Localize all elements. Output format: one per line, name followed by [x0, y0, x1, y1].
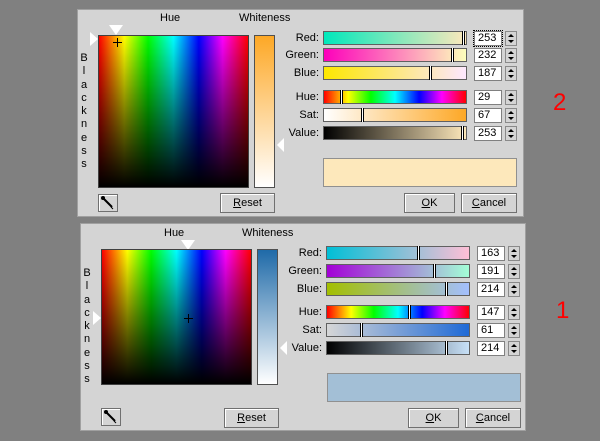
color-swatch: [327, 373, 521, 402]
ok-button[interactable]: OK: [408, 408, 459, 428]
blackness-label: Blackness: [83, 267, 91, 386]
sat-slider-thumb[interactable]: [361, 108, 364, 122]
hue-spinner[interactable]: [505, 90, 517, 105]
hue-slider-thumb[interactable]: [340, 90, 343, 104]
blue-slider[interactable]: [323, 66, 467, 80]
red-label: Red:: [295, 32, 319, 44]
sat-label: Sat:: [299, 109, 319, 121]
value-slider-thumb[interactable]: [461, 126, 464, 140]
green-value-field[interactable]: 191: [477, 264, 505, 279]
hue-pointer[interactable]: [109, 25, 123, 35]
red-slider-thumb[interactable]: [462, 31, 465, 45]
blue-label: Blue:: [293, 67, 319, 79]
eyedropper-button[interactable]: [101, 408, 121, 426]
value-label: Value:: [291, 342, 322, 354]
sat-value-field[interactable]: 67: [474, 108, 502, 123]
color-crosshair[interactable]: [184, 314, 193, 323]
red-slider[interactable]: [326, 246, 470, 260]
whiteness-label: Whiteness: [239, 12, 291, 24]
cancel-button[interactable]: Cancel: [465, 408, 521, 428]
green-spinner[interactable]: [505, 48, 517, 63]
blue-slider[interactable]: [326, 282, 470, 296]
value-value-field[interactable]: 253: [474, 126, 502, 141]
blue-value-field[interactable]: 187: [474, 66, 502, 81]
blue-spinner[interactable]: [505, 66, 517, 81]
annotation-number-1: 1: [556, 297, 570, 324]
hue-slider-thumb[interactable]: [408, 305, 411, 319]
value-slider[interactable]: [323, 126, 467, 140]
sat-value-field[interactable]: 61: [477, 323, 505, 338]
hue-slider-label: Hue:: [298, 306, 322, 318]
value-label: Value:: [288, 127, 319, 139]
value-spinner[interactable]: [505, 126, 517, 141]
blue-spinner[interactable]: [508, 282, 520, 297]
green-slider-thumb[interactable]: [451, 48, 454, 62]
blackness-label: Blackness: [80, 52, 88, 171]
hue-label: Hue: [164, 227, 185, 239]
red-slider[interactable]: [323, 31, 467, 45]
red-label: Red:: [298, 247, 322, 259]
hue-blackness-square[interactable]: [98, 35, 249, 188]
green-label: Green:: [285, 49, 319, 61]
hue-slider[interactable]: [326, 305, 470, 319]
blackness-pointer[interactable]: [93, 311, 101, 325]
sat-spinner[interactable]: [508, 323, 520, 338]
red-value-field[interactable]: 253: [473, 30, 503, 47]
hue-label: Hue: [160, 12, 181, 24]
red-spinner[interactable]: [508, 246, 520, 261]
green-spinner[interactable]: [508, 264, 520, 279]
hue-slider-label: Hue:: [295, 91, 319, 103]
reset-button[interactable]: Reset: [220, 193, 275, 213]
hue-blackness-square[interactable]: [101, 249, 252, 385]
color-swatch: [323, 158, 517, 187]
value-slider-thumb[interactable]: [445, 341, 448, 355]
hue-value-field[interactable]: 147: [477, 305, 505, 320]
color-selector-dialog-bottom: Hue Whiteness Blackness Red: 163 Green: …: [80, 223, 526, 431]
green-label: Green:: [288, 265, 322, 277]
whiteness-pointer[interactable]: [277, 138, 284, 152]
annotation-number-2: 2: [553, 89, 567, 116]
green-slider[interactable]: [326, 264, 470, 278]
whiteness-label: Whiteness: [242, 227, 294, 239]
ok-button[interactable]: OK: [404, 193, 455, 213]
sat-slider[interactable]: [323, 108, 467, 122]
red-slider-thumb[interactable]: [417, 246, 420, 260]
cancel-button[interactable]: Cancel: [461, 193, 517, 213]
red-spinner[interactable]: [505, 31, 517, 46]
blue-slider-thumb[interactable]: [429, 66, 432, 80]
green-slider[interactable]: [323, 48, 467, 62]
value-spinner[interactable]: [508, 341, 520, 356]
green-value-field[interactable]: 232: [474, 48, 502, 63]
hue-spinner[interactable]: [508, 305, 520, 320]
hue-value-field[interactable]: 29: [474, 90, 502, 105]
eyedropper-icon: [101, 196, 114, 210]
blue-slider-thumb[interactable]: [445, 282, 448, 296]
sat-spinner[interactable]: [505, 108, 517, 123]
value-value-field[interactable]: 214: [477, 341, 505, 356]
sat-slider[interactable]: [326, 323, 470, 337]
green-slider-thumb[interactable]: [433, 264, 436, 278]
hue-slider[interactable]: [323, 90, 467, 104]
reset-button[interactable]: Reset: [224, 408, 279, 428]
color-selector-dialog-top: Hue Whiteness Blackness Red: 253 Green: …: [77, 9, 524, 217]
blue-value-field[interactable]: 214: [477, 282, 505, 297]
blue-label: Blue:: [296, 283, 322, 295]
color-crosshair[interactable]: [113, 38, 122, 47]
value-slider[interactable]: [326, 341, 470, 355]
red-value-field[interactable]: 163: [477, 246, 505, 261]
eyedropper-icon: [104, 410, 117, 424]
sat-label: Sat:: [302, 324, 322, 336]
sat-slider-thumb[interactable]: [360, 323, 363, 337]
eyedropper-button[interactable]: [98, 194, 118, 212]
blackness-pointer[interactable]: [90, 32, 98, 46]
